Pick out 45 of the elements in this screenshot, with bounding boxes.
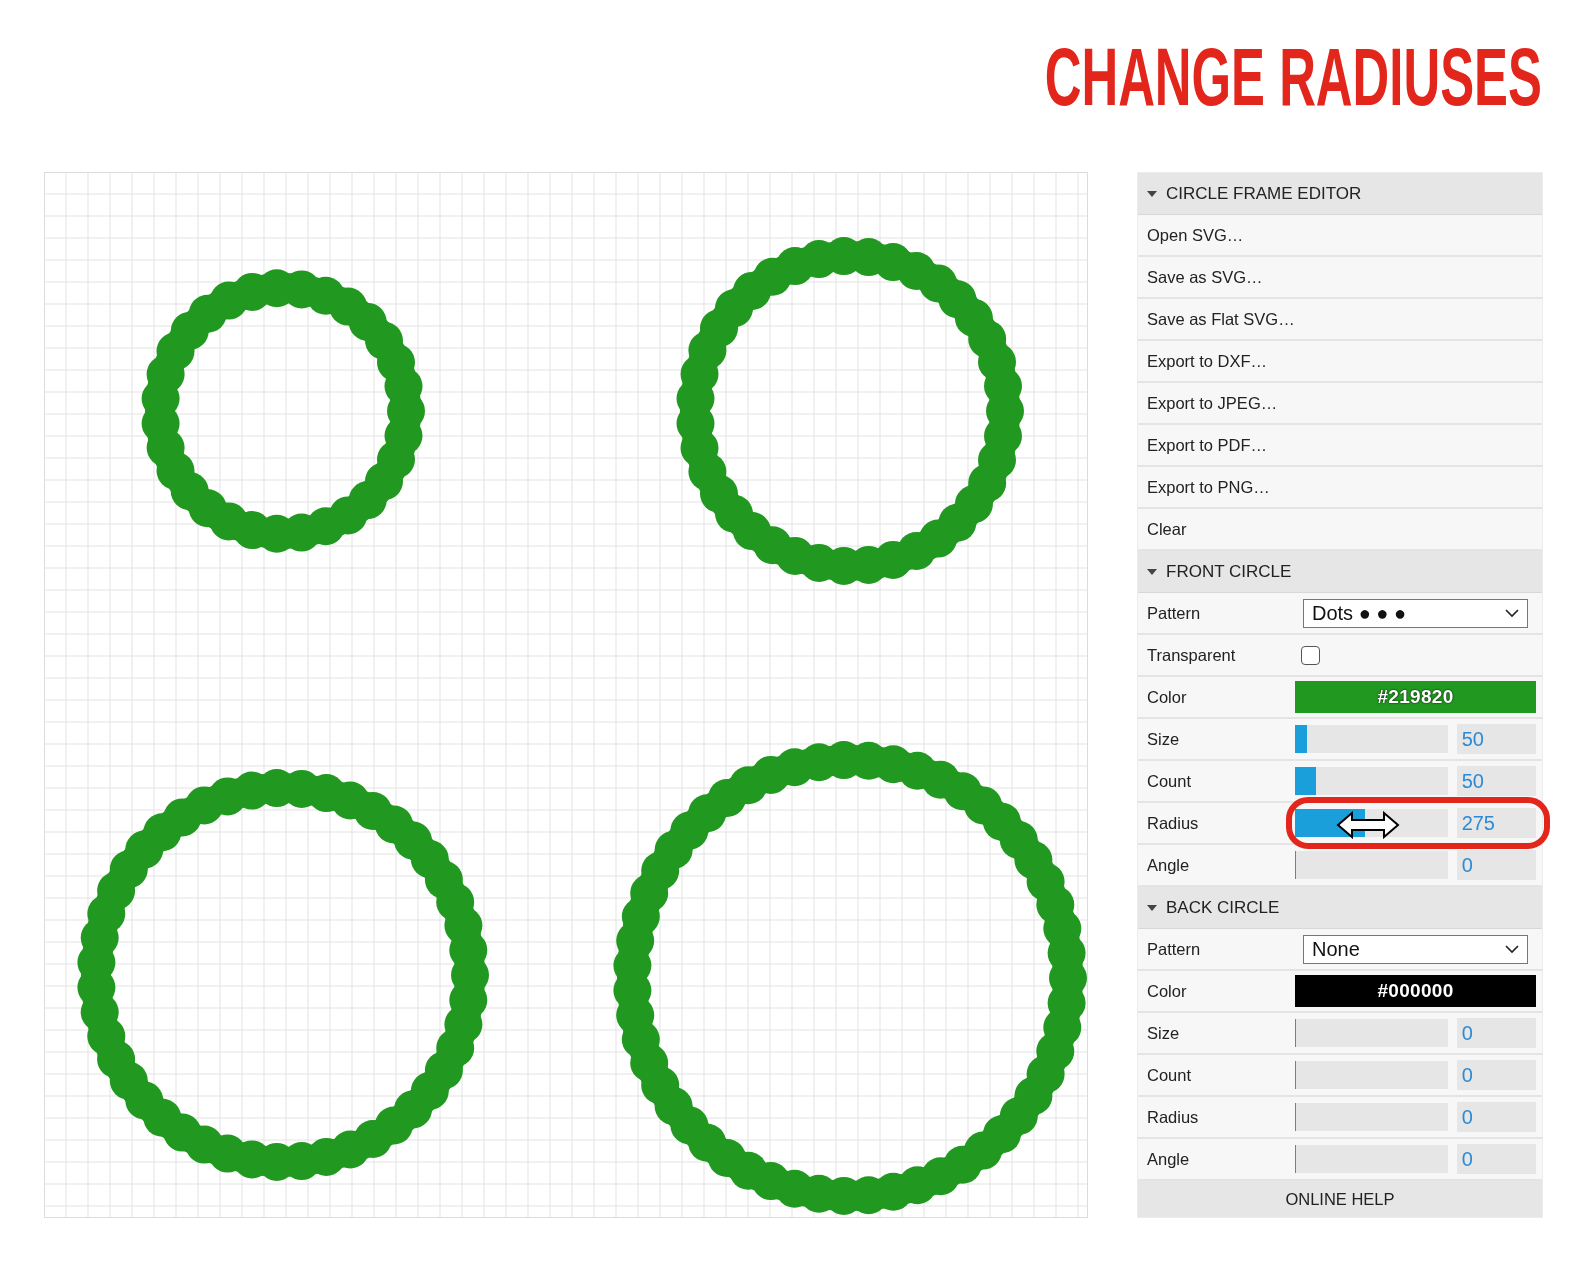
row-label: Radius bbox=[1146, 1107, 1200, 1127]
scalloped-ring[interactable] bbox=[77, 769, 489, 1181]
color-swatch[interactable]: #000000 bbox=[1295, 975, 1536, 1007]
slider-track[interactable] bbox=[1295, 851, 1448, 879]
row-label: Pattern bbox=[1146, 939, 1202, 959]
chevron-icon bbox=[1505, 944, 1519, 954]
resize-cursor-icon bbox=[1336, 811, 1400, 839]
row-label: Color bbox=[1146, 981, 1188, 1001]
scalloped-ring[interactable] bbox=[676, 237, 1024, 585]
row-label: Size bbox=[1146, 729, 1181, 749]
slider-track[interactable] bbox=[1295, 1145, 1448, 1173]
row-label: Radius bbox=[1146, 813, 1200, 833]
scalloped-ring[interactable] bbox=[613, 741, 1087, 1215]
pattern-dropdown[interactable]: Dots ● ● ● bbox=[1303, 598, 1528, 628]
menu-item[interactable]: Open SVG… bbox=[1138, 215, 1542, 257]
menu-item[interactable]: Export to PNG… bbox=[1138, 467, 1542, 509]
row-label: Count bbox=[1146, 1065, 1193, 1085]
row-label: Color bbox=[1146, 687, 1188, 707]
slider-track[interactable] bbox=[1295, 1061, 1448, 1089]
slider-track[interactable] bbox=[1295, 1019, 1448, 1047]
menu-item[interactable]: Export to PDF… bbox=[1138, 425, 1542, 467]
section-header[interactable]: BACK CIRCLE bbox=[1138, 887, 1542, 929]
grid-canvas[interactable] bbox=[44, 172, 1088, 1218]
section-header[interactable]: CIRCLE FRAME EDITOR bbox=[1138, 173, 1542, 215]
section-header[interactable]: FRONT CIRCLE bbox=[1138, 551, 1542, 593]
row-label: Pattern bbox=[1146, 603, 1202, 623]
row-label: Transparent bbox=[1146, 645, 1237, 665]
slider-track[interactable] bbox=[1295, 1103, 1448, 1131]
scalloped-ring[interactable] bbox=[141, 269, 425, 553]
pattern-dropdown[interactable]: None bbox=[1303, 934, 1528, 964]
row-label: Angle bbox=[1146, 855, 1191, 875]
row-label: Size bbox=[1146, 1023, 1181, 1043]
checkbox[interactable] bbox=[1301, 645, 1320, 665]
menu-item[interactable]: Export to JPEG… bbox=[1138, 383, 1542, 425]
slider-track[interactable] bbox=[1295, 767, 1448, 795]
menu-item[interactable]: Save as Flat SVG… bbox=[1138, 299, 1542, 341]
online-help-button[interactable]: ONLINE HELP bbox=[1138, 1181, 1542, 1217]
row-label: Count bbox=[1146, 771, 1193, 791]
menu-item[interactable]: Export to DXF… bbox=[1138, 341, 1542, 383]
menu-item[interactable]: Save as SVG… bbox=[1138, 257, 1542, 299]
slider-track[interactable] bbox=[1295, 725, 1448, 753]
chevron-icon bbox=[1505, 608, 1519, 618]
page-heading: CHANGE RADIUSES bbox=[1044, 36, 1542, 118]
color-swatch[interactable]: #219820 bbox=[1295, 681, 1536, 713]
row-label: Angle bbox=[1146, 1149, 1191, 1169]
